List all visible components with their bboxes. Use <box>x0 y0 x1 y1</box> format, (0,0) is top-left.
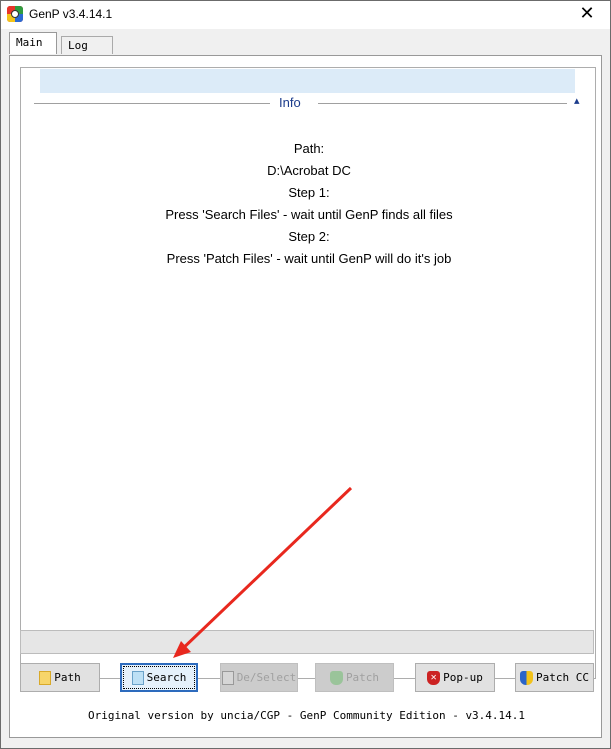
info-line: D:\Acrobat DC <box>267 163 351 178</box>
progress-bar <box>20 630 594 654</box>
app-icon <box>7 6 23 22</box>
info-line: Step 1: <box>288 185 330 200</box>
tab-main-label: Main <box>16 36 43 49</box>
tab-log[interactable]: Log <box>61 36 113 54</box>
divider <box>34 103 270 104</box>
info-line: Step 2: <box>288 229 330 244</box>
patch-cc-button[interactable]: Patch CC <box>515 663 594 692</box>
search-button[interactable]: Search <box>120 663 198 692</box>
info-box: Info ▴ Path: D:\Acrobat DC Step 1: Press… <box>20 67 596 679</box>
green-shield-check-icon <box>329 670 343 685</box>
search-button-label: Search <box>146 671 187 684</box>
red-shield-x-icon: ✕ <box>427 670 441 685</box>
popup-button-label: Pop-up <box>443 671 483 684</box>
uac-shield-icon <box>520 670 533 685</box>
path-button-label: Path <box>54 671 81 684</box>
patch-button-label: Patch <box>345 671 380 684</box>
info-top-bar <box>40 69 575 93</box>
deselect-button[interactable]: De/Select <box>220 663 298 692</box>
patch-cc-button-label: Patch CC <box>536 671 589 684</box>
info-text: Path: D:\Acrobat DC Step 1: Press 'Searc… <box>21 138 597 270</box>
footer-credit: Original version by uncia/CGP - GenP Com… <box>87 709 526 722</box>
deselect-button-label: De/Select <box>236 671 297 684</box>
info-line: Press 'Patch Files' - wait until GenP wi… <box>166 251 452 266</box>
close-button[interactable]: ✕ <box>564 1 610 29</box>
genp-window: GenP v3.4.14.1 ✕ Main Log Info ▴ Path: D… <box>0 0 611 749</box>
info-line: Press 'Search Files' - wait until GenP f… <box>165 207 453 222</box>
popup-button[interactable]: ✕ Pop-up <box>415 663 495 692</box>
patch-button[interactable]: Patch <box>315 663 394 692</box>
close-icon: ✕ <box>579 3 595 24</box>
chevron-up-icon[interactable]: ▴ <box>574 94 580 107</box>
main-panel: Info ▴ Path: D:\Acrobat DC Step 1: Press… <box>9 55 602 738</box>
folder-icon <box>39 670 52 685</box>
window-title: GenP v3.4.14.1 <box>29 7 113 21</box>
tab-main[interactable]: Main <box>9 32 57 54</box>
title-bar[interactable]: GenP v3.4.14.1 ✕ <box>1 1 610 29</box>
checkbox-icon <box>221 670 234 685</box>
divider <box>318 103 567 104</box>
info-line: Path: <box>293 141 325 156</box>
tab-log-label: Log <box>68 39 88 52</box>
path-button[interactable]: Path <box>20 663 100 692</box>
info-header: Info <box>279 95 301 110</box>
search-icon <box>131 670 144 685</box>
